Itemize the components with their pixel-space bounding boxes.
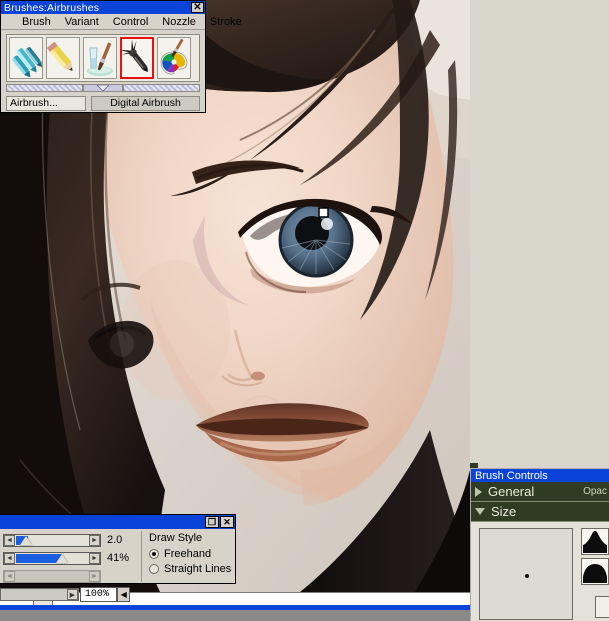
- section-general-right-label: Opac: [583, 486, 607, 497]
- close-icon[interactable]: ✕: [220, 516, 234, 528]
- brush-controls-extra-swatch[interactable]: [595, 596, 609, 618]
- profile-pointed-icon: [582, 529, 608, 554]
- size-slider-track[interactable]: ◄ ►: [3, 533, 101, 547]
- section-general[interactable]: General Opac: [471, 482, 609, 502]
- document-status-bar: ▶ 100% ◀: [0, 586, 131, 603]
- opacity-slider-row[interactable]: y ◄ ► 41%: [0, 550, 141, 566]
- brush-palette-resize-strip: [6, 83, 200, 92]
- section-general-label: General: [488, 484, 535, 499]
- brush-category-icon-row: [6, 34, 200, 82]
- strip-hatch-left: [6, 83, 83, 92]
- brush-cursor-square: [318, 207, 329, 218]
- opacity-slider-track[interactable]: ◄ ►: [3, 551, 101, 565]
- restore-icon[interactable]: ❐: [205, 516, 219, 528]
- zoom-stepper-button[interactable]: ◀: [117, 587, 131, 602]
- menu-item-control[interactable]: Control: [106, 16, 155, 28]
- brush-category-airbrushes-button[interactable]: [120, 37, 154, 79]
- zoom-level-input[interactable]: 100%: [79, 587, 118, 602]
- brush-size-preview[interactable]: [479, 528, 573, 620]
- opacity-slider-value: 41%: [107, 552, 130, 564]
- airbrush-icon: [122, 39, 152, 77]
- status-scroll-track[interactable]: ▶: [0, 588, 79, 601]
- radio-freehand-icon[interactable]: [149, 548, 159, 559]
- brushes-airbrushes-palette[interactable]: Brushes:Airbrushes ✕ Brush Variant Contr…: [0, 0, 242, 113]
- brush-category-pencils-button[interactable]: [46, 37, 80, 79]
- grain-slider-track: ◄ ►: [3, 569, 101, 583]
- brush-profile-flat-button[interactable]: [581, 558, 609, 585]
- slider-left-arrow-icon: ◄: [4, 570, 15, 582]
- brush-size-dot: [525, 574, 529, 578]
- brush-category-pens-button[interactable]: [9, 37, 43, 79]
- size-slider-knob[interactable]: [20, 535, 32, 545]
- sliders-group: e ◄ ► 2.0 y ◄ ► 41%: [0, 529, 141, 584]
- profile-flat-icon: [582, 559, 608, 584]
- brush-controls-palette[interactable]: Brush Controls General Opac Size: [470, 468, 609, 621]
- slider-left-arrow-icon[interactable]: ◄: [4, 552, 15, 564]
- brushes-palette-title: Brushes:Airbrushes: [4, 1, 100, 14]
- close-icon[interactable]: ✕: [191, 2, 204, 13]
- radio-freehand[interactable]: Freehand: [149, 546, 235, 561]
- pencils-icon: [47, 38, 79, 78]
- water-brush-icon: [84, 38, 116, 78]
- brush-variant-dropdown[interactable]: Digital Airbrush: [91, 96, 200, 111]
- brush-profile-pointed-button[interactable]: [581, 528, 609, 555]
- canvas-footer-strip: [0, 610, 470, 621]
- radio-straight-lines-icon[interactable]: [149, 563, 159, 574]
- opacity-slider-knob[interactable]: [56, 553, 68, 563]
- menu-item-variant[interactable]: Variant: [58, 16, 106, 28]
- slider-right-arrow-icon: ►: [89, 570, 100, 582]
- grain-slider-row: ◄ ►: [0, 568, 141, 584]
- chevron-down-glyph: [96, 84, 110, 91]
- menu-item-stroke[interactable]: Stroke: [203, 16, 249, 28]
- palette-icon: [158, 38, 190, 78]
- sliders-palette-titlebar[interactable]: ❐ ✕: [0, 515, 235, 529]
- pens-icon: [10, 38, 42, 78]
- brushes-palette-titlebar[interactable]: Brushes:Airbrushes ✕: [1, 1, 205, 14]
- radio-straight-lines[interactable]: Straight Lines: [149, 561, 235, 576]
- triangle-down-icon[interactable]: [475, 508, 485, 515]
- draw-style-group: Draw Style Freehand Straight Lines: [142, 529, 235, 584]
- menu-item-nozzle[interactable]: Nozzle: [155, 16, 203, 28]
- slider-right-arrow-icon[interactable]: ►: [89, 552, 100, 564]
- chevron-down-icon[interactable]: [83, 83, 123, 92]
- brush-category-artists-button[interactable]: [157, 37, 191, 79]
- brushes-palette-menubar[interactable]: Brush Variant Control Nozzle Stroke: [1, 14, 242, 30]
- slider-right-arrow-icon[interactable]: ►: [89, 534, 100, 546]
- size-section-body: [471, 522, 609, 621]
- brush-sliders-palette[interactable]: ❐ ✕ e ◄ ► 2.0 y ◄ ►: [0, 514, 236, 584]
- menu-item-brush[interactable]: Brush: [15, 16, 58, 28]
- section-size[interactable]: Size: [471, 502, 609, 522]
- radio-freehand-label: Freehand: [164, 547, 212, 560]
- brush-category-dropdown[interactable]: Airbrush...: [6, 96, 86, 111]
- size-slider-row[interactable]: e ◄ ► 2.0: [0, 532, 141, 548]
- brush-palette-selectors: Airbrush... Digital Airbrush: [6, 96, 200, 111]
- section-size-label: Size: [491, 504, 517, 519]
- radio-straight-lines-label: Straight Lines: [164, 562, 232, 575]
- brush-category-water-button[interactable]: [83, 37, 117, 79]
- slider-left-arrow-icon[interactable]: ◄: [4, 534, 15, 546]
- draw-style-title: Draw Style: [149, 532, 203, 544]
- brush-controls-titlebar[interactable]: Brush Controls: [471, 469, 609, 482]
- strip-hatch-right: [123, 83, 200, 92]
- brush-controls-title: Brush Controls: [475, 469, 548, 482]
- size-slider-value: 2.0: [107, 534, 123, 546]
- scroll-right-arrow-icon[interactable]: ▶: [66, 589, 78, 600]
- triangle-right-icon[interactable]: [475, 486, 482, 497]
